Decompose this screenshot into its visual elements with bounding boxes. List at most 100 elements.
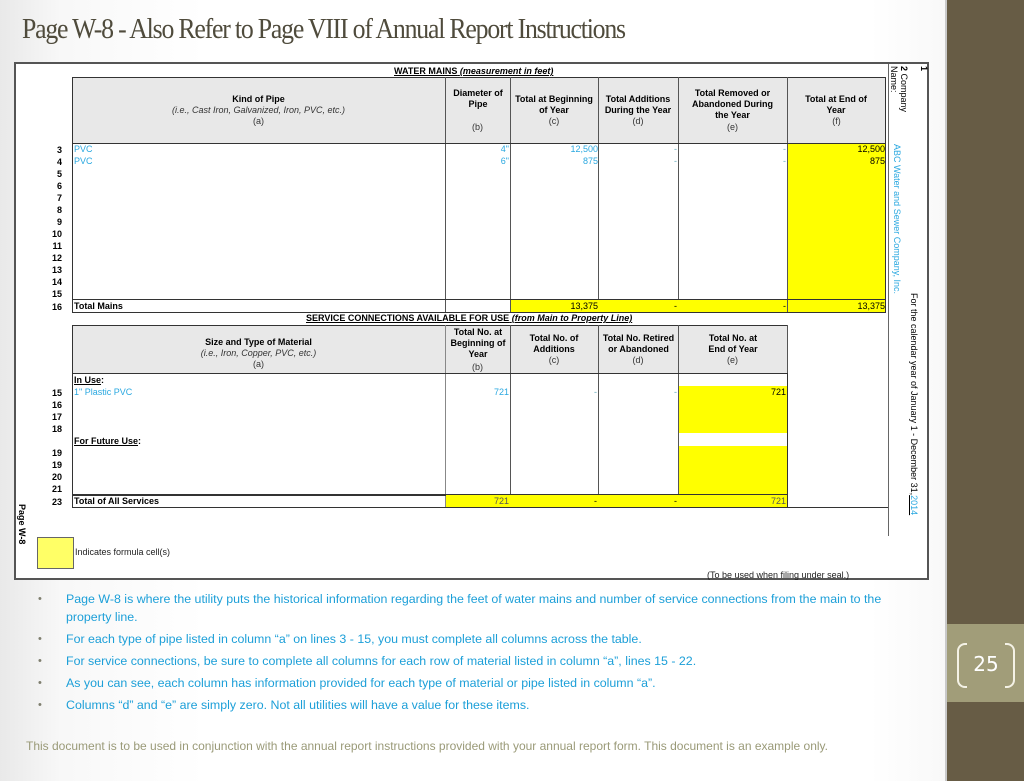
line-number: 3 xyxy=(56,145,62,155)
wm-col-f-title: Total at End of Year xyxy=(805,94,867,115)
wm-col-a-letter: (a) xyxy=(253,116,264,126)
formula-cells-future-end xyxy=(679,446,787,495)
sc-retired-cell[interactable]: - xyxy=(600,387,677,398)
line-number: 4 xyxy=(56,157,62,167)
sc-col-a-subtitle: (i.e., Iron, Copper, PVC, etc.) xyxy=(200,348,317,358)
wm-col-b-title: Diameter of Pipe xyxy=(453,88,503,109)
wm-col-d-title: Total Additions During the Year xyxy=(604,94,672,115)
wm-col-e-letter: (e) xyxy=(727,122,738,132)
line-number: 8 xyxy=(56,205,62,215)
service-connections-title-text: SERVICE CONNECTIONS AVAILABLE FOR USE xyxy=(306,313,510,323)
bullet-icon: • xyxy=(38,633,42,645)
end-of-year-cell: 12,500 xyxy=(857,144,885,154)
sc-additions-cell[interactable]: - xyxy=(512,387,597,398)
sc-col-d-letter: (d) xyxy=(632,355,644,365)
bullet-text: As you can see, each column has informat… xyxy=(66,676,656,690)
future-use-label: For Future Use: xyxy=(74,436,142,446)
line-number: 17 xyxy=(51,412,62,422)
bullet-item: • As you can see, each column has informa… xyxy=(38,674,918,692)
calendar-year-value[interactable]: 2014 xyxy=(909,495,919,515)
bullet-icon: • xyxy=(38,593,42,605)
additions-cell[interactable]: - xyxy=(600,144,677,155)
sc-col-a-letter: (a) xyxy=(253,359,264,369)
sc-col-b-title: Total No. at Beginning of Year xyxy=(450,327,506,359)
line-number: 20 xyxy=(51,472,62,482)
total-mains-removed: - xyxy=(783,301,786,311)
additions-cell[interactable]: - xyxy=(600,156,677,167)
line-number: 18 xyxy=(51,424,62,434)
line-number: 15 xyxy=(51,289,62,299)
end-of-year-cell: 875 xyxy=(869,156,885,166)
total-mains-label: Total Mains xyxy=(74,301,123,311)
slide-footer: This document is to be used in conjuncti… xyxy=(26,739,828,753)
water-mains-title-text: WATER MAINS xyxy=(394,66,458,76)
line-number: 11 xyxy=(52,241,62,251)
bullet-icon: • xyxy=(38,699,42,711)
wm-col-b-letter: (b) xyxy=(472,122,483,132)
diameter-cell[interactable]: 6" xyxy=(447,156,509,167)
future-use-label-text: For Future Use xyxy=(74,436,139,446)
kind-of-pipe-cell[interactable]: PVC xyxy=(74,156,93,167)
water-mains-subtitle: (measurement in feet) xyxy=(459,66,554,76)
side-header-line-1: 1 xyxy=(919,66,929,72)
wm-col-c-title: Total at Beginning of Year xyxy=(515,94,593,115)
sc-col-c-title: Total No. of Additions xyxy=(529,333,579,354)
side-header-name-label: Name: xyxy=(889,66,899,93)
line-number: 9 xyxy=(56,217,62,227)
bullet-item: • For service connections, be sure to com… xyxy=(38,652,918,670)
total-services-beginning: 721 xyxy=(493,496,509,506)
line-number: 13 xyxy=(51,265,62,275)
formula-cell-legend-swatch xyxy=(37,537,74,569)
wm-col-c-letter: (c) xyxy=(548,116,560,126)
bullet-text: Page W-8 is where the utility puts the h… xyxy=(66,592,882,624)
total-services-end: 721 xyxy=(770,496,786,506)
total-services-label: Total of All Services xyxy=(74,496,160,506)
beginning-cell[interactable]: 875 xyxy=(512,156,598,167)
line-number: 15 xyxy=(51,388,62,398)
line-number: 23 xyxy=(51,497,62,507)
kind-of-pipe-cell[interactable]: PVC xyxy=(74,144,93,155)
line-number: 19 xyxy=(51,460,62,470)
page-number: 25 xyxy=(957,643,1015,688)
seal-note: (To be used when filing under seal.) xyxy=(707,570,850,580)
slide-title: Page W-8 - Also Refer to Page VIII of An… xyxy=(22,14,626,45)
side-header-divider xyxy=(888,64,889,536)
service-connections-subtitle: (from Main to Property Line) xyxy=(511,313,633,323)
wm-col-d-letter: (d) xyxy=(632,116,644,126)
total-mains-additions: - xyxy=(674,301,677,311)
beginning-cell[interactable]: 12,500 xyxy=(512,144,598,155)
sc-col-a-title: Size and Type of Material xyxy=(205,337,312,347)
line-number: 12 xyxy=(51,253,62,263)
sc-col-c-letter: (c) xyxy=(548,355,560,365)
wm-col-f-letter: (f) xyxy=(832,116,841,126)
sc-beginning-cell[interactable]: 721 xyxy=(447,387,509,398)
sc-col-e-title: Total No. at End of Year xyxy=(708,333,758,354)
line-number: 16 xyxy=(51,302,62,312)
total-mains-end: 13,375 xyxy=(857,301,885,311)
diameter-cell[interactable]: 4" xyxy=(447,144,509,155)
sc-col-e-letter: (e) xyxy=(727,355,738,365)
water-mains-title: WATER MAINS (measurement in feet) xyxy=(394,66,553,77)
bullet-list: • Page W-8 is where the utility puts the … xyxy=(38,590,918,718)
bullet-icon: • xyxy=(38,677,42,689)
bullet-text: For service connections, be sure to comp… xyxy=(66,654,697,668)
company-name[interactable]: ABC Water and Sewer Company, Inc. xyxy=(892,144,902,294)
bullet-text: For each type of pipe listed in column “… xyxy=(66,632,642,646)
line-number: 19 xyxy=(51,448,62,458)
removed-cell[interactable]: - xyxy=(680,156,786,167)
sc-end-cell: 721 xyxy=(770,387,786,397)
bullet-text: Columns “d” and “e” are simply zero. Not… xyxy=(66,698,530,712)
wm-col-a-title: Kind of Pipe xyxy=(232,94,285,104)
bullet-icon: • xyxy=(38,655,42,667)
line-number: 7 xyxy=(56,193,62,203)
total-services-retired: - xyxy=(674,496,677,506)
line-number: 6 xyxy=(56,181,62,191)
formula-cells-end-of-year xyxy=(788,144,885,299)
material-cell[interactable]: 1" Plastic PVC xyxy=(74,387,132,398)
sc-col-d-title: Total No. Retired or Abandoned xyxy=(602,333,675,354)
removed-cell[interactable]: - xyxy=(680,144,786,155)
service-connections-title: SERVICE CONNECTIONS AVAILABLE FOR USE (f… xyxy=(306,313,632,324)
page-label: Page W-8 xyxy=(17,504,27,545)
bullet-item: • Columns “d” and “e” are simply zero. No… xyxy=(38,696,918,714)
side-header-line-2: 2 Company xyxy=(899,66,909,113)
